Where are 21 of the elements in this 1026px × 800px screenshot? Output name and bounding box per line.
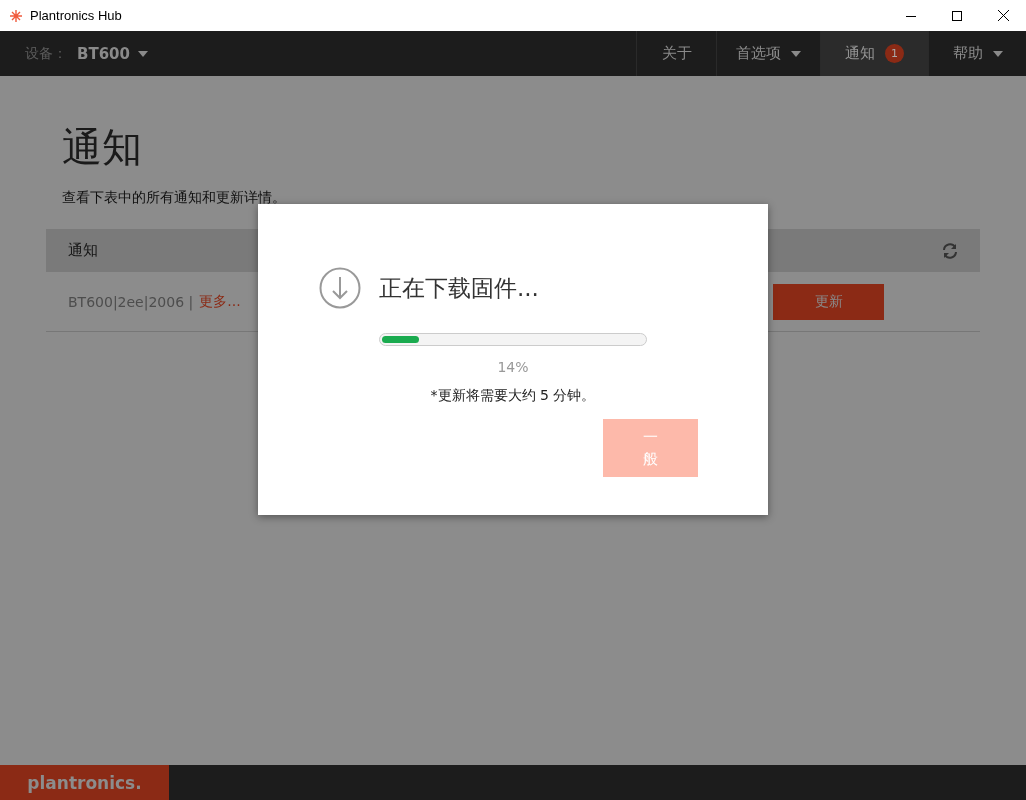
caret-icon [138, 50, 148, 57]
update-button[interactable]: 更新 [773, 283, 884, 320]
nav-tab[interactable]: 通知 1 [820, 31, 928, 76]
progress-percent: 14% [497, 359, 529, 375]
maximize-icon [952, 10, 962, 21]
column-header: 通知 [68, 241, 98, 260]
page-description: 查看下表中的所有通知和更新详情。 [62, 189, 287, 207]
download-icon [319, 267, 361, 309]
dialog-title: 正在下载固件... [379, 273, 539, 303]
window-title: Plantronics Hub [30, 8, 122, 23]
app-logo-icon [10, 9, 22, 22]
refresh-icon[interactable] [942, 242, 958, 259]
brand-logo: plantronics. [0, 765, 169, 800]
more-link[interactable]: 更多... [199, 292, 241, 311]
notification-info: BT600|2ee|2006 | [68, 293, 194, 310]
device-dropdown[interactable]: BT600 [71, 31, 154, 76]
close-icon [997, 10, 1009, 21]
device-label: 设备： [25, 44, 67, 63]
notification-badge: 1 [885, 44, 904, 63]
time-note: *更新将需要大约 5 分钟。 [430, 387, 596, 405]
page-title: 通知 [62, 123, 143, 172]
